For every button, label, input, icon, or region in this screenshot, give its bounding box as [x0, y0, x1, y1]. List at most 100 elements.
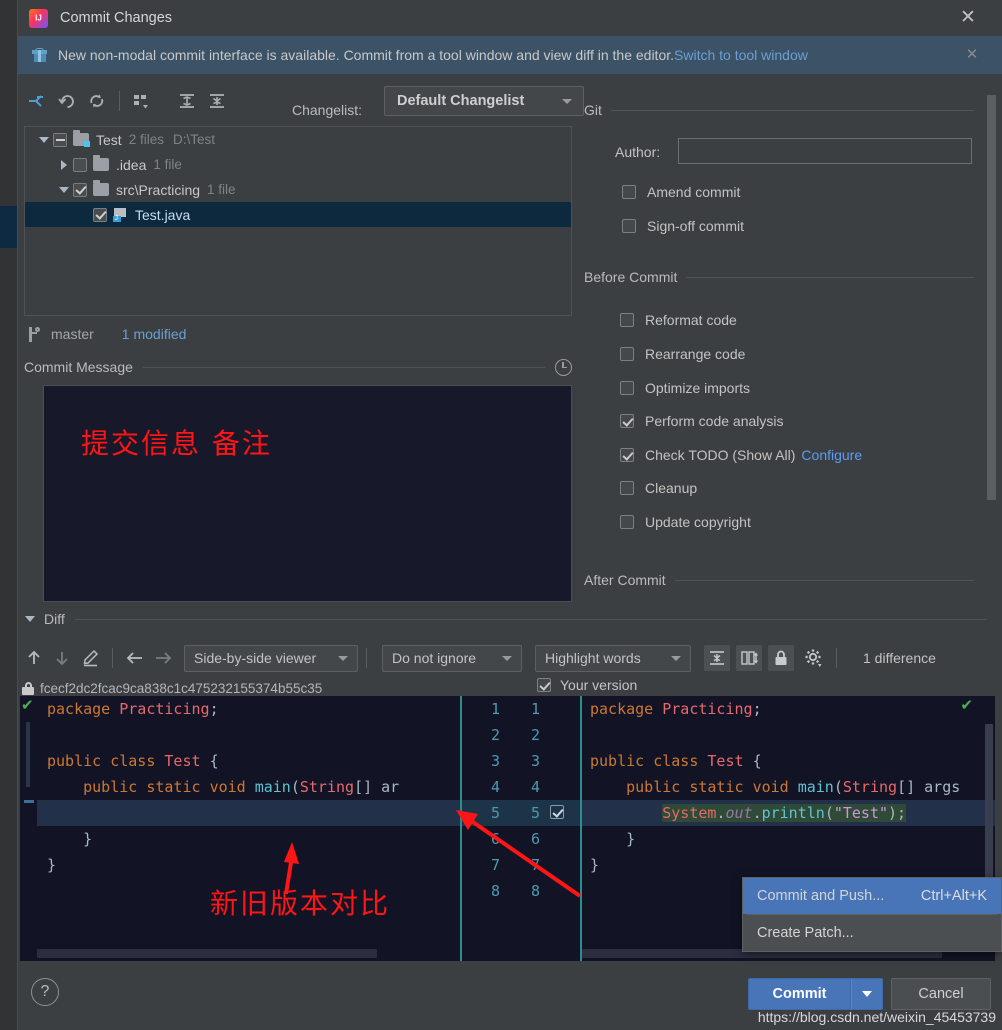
rearrange-code-checkbox[interactable] [620, 347, 634, 361]
left-line-number: 8 [490, 882, 500, 900]
group-by-icon[interactable] [127, 86, 157, 116]
cleanup-option[interactable]: Cleanup [620, 480, 697, 496]
chevron-down-icon [562, 99, 572, 104]
reformat-code-checkbox[interactable] [620, 313, 634, 327]
watermark-text: https://blog.csdn.net/weixin_45453739 [757, 1009, 996, 1025]
expander-icon[interactable] [55, 152, 73, 177]
author-field[interactable] [678, 138, 972, 164]
tree-row-src-practicing[interactable]: src\Practicing 1 file [25, 177, 571, 202]
rearrange-code-option[interactable]: Rearrange code [620, 346, 745, 362]
left-horizontal-scrollbar[interactable] [37, 949, 377, 958]
chevron-down-icon[interactable] [25, 616, 35, 622]
changelist-dropdown[interactable]: Default Changelist [384, 86, 584, 116]
amend-commit-option[interactable]: Amend commit [622, 184, 740, 200]
chevron-down-icon [862, 991, 872, 997]
row-checkbox[interactable] [53, 132, 67, 147]
modified-count[interactable]: 1 modified [122, 326, 187, 342]
banner-close-icon[interactable]: ✕ [964, 47, 980, 63]
arrow-up-icon[interactable] [20, 644, 48, 672]
branch-icon [28, 326, 41, 342]
arrow-left-icon[interactable] [121, 644, 149, 672]
whitespace-mode-dropdown[interactable]: Do not ignore [382, 644, 522, 672]
options-scrollbar[interactable] [987, 92, 996, 604]
tree-row-idea[interactable]: .idea 1 file [25, 152, 571, 177]
left-line-number: 3 [490, 752, 500, 770]
revert-icon[interactable] [52, 86, 82, 116]
tree-row-test-java[interactable]: Test.java [25, 202, 571, 227]
changelist-toolbar: Changelist: [22, 84, 362, 118]
java-file-icon [113, 207, 128, 222]
refresh-icon[interactable] [82, 86, 112, 116]
right-line-number: 1 [530, 700, 540, 718]
clock-icon[interactable] [555, 358, 572, 376]
tree-row-name: src\Practicing [116, 181, 201, 198]
commit-changes-dialog: Commit Changes ✕ New non-modal commit in… [0, 0, 1002, 1030]
tree-row-name: Test.java [135, 206, 191, 223]
row-checkbox[interactable] [93, 207, 107, 222]
changed-files-tree[interactable]: Test 2 files D:\Test .idea 1 file src\Pr… [24, 126, 572, 316]
close-icon[interactable]: ✕ [958, 8, 978, 28]
right-line-number: 6 [530, 830, 540, 848]
optimize-imports-checkbox[interactable] [620, 381, 634, 395]
sign-off-commit-option[interactable]: Sign-off commit [622, 218, 744, 234]
commit-dropdown-button[interactable] [851, 978, 883, 1010]
perform-code-analysis-checkbox[interactable] [620, 414, 634, 428]
gutter-row: 77 [462, 852, 580, 878]
sync-scroll-icon[interactable] [736, 645, 762, 671]
before-commit-title: Before Commit [584, 269, 678, 285]
expander-icon[interactable] [35, 127, 53, 152]
tree-row-meta: 2 files [128, 132, 164, 147]
sign-off-commit-checkbox[interactable] [622, 219, 636, 233]
left-change-gutter[interactable]: ✔ [20, 696, 37, 961]
commit-button[interactable]: Commit [748, 978, 851, 1010]
right-line-number: 2 [530, 726, 540, 744]
gutter-row: 44 [462, 774, 580, 800]
git-section-header: Git [584, 102, 974, 118]
help-button[interactable]: ? [31, 978, 59, 1006]
update-copyright-checkbox[interactable] [620, 515, 634, 529]
your-version-checkbox[interactable] [537, 678, 551, 692]
difference-count: 1 difference [863, 650, 936, 666]
gear-icon[interactable] [800, 644, 828, 672]
window-left-edge [0, 0, 18, 1030]
cancel-button[interactable]: Cancel [891, 978, 991, 1010]
reformat-code-option[interactable]: Reformat code [620, 312, 737, 328]
commit-message-input[interactable]: 提交信息 备注 [43, 385, 572, 602]
row-checkbox[interactable] [73, 182, 87, 197]
viewer-mode-dropdown[interactable]: Side-by-side viewer [184, 644, 358, 672]
menu-item-commit-and-push[interactable]: Commit and Push... Ctrl+Alt+K [743, 878, 1001, 914]
move-to-another-changelist-icon[interactable] [22, 86, 52, 116]
perform-code-analysis-option[interactable]: Perform code analysis [620, 413, 784, 429]
tree-row-name: .idea [116, 156, 147, 173]
section-divider [142, 366, 545, 368]
folder-modified-icon [73, 130, 90, 147]
amend-commit-checkbox[interactable] [622, 185, 636, 199]
arrow-down-icon[interactable] [48, 644, 76, 672]
row-checkbox[interactable] [73, 157, 87, 172]
expander-icon[interactable] [55, 177, 73, 202]
pencil-icon[interactable] [76, 644, 104, 672]
highlight-mode-dropdown[interactable]: Highlight words [535, 644, 691, 672]
branch-status-bar: master 1 modified [24, 322, 186, 346]
update-copyright-option[interactable]: Update copyright [620, 514, 751, 530]
arrow-right-icon[interactable] [149, 644, 177, 672]
collapse-all-icon[interactable] [202, 86, 232, 116]
configure-todo-link[interactable]: Configure [801, 447, 862, 463]
commit-dropdown-menu[interactable]: Commit and Push... Ctrl+Alt+K Create Pat… [742, 877, 1002, 952]
expand-all-icon[interactable] [172, 86, 202, 116]
accept-change-checkbox[interactable] [550, 805, 564, 819]
after-commit-title: After Commit [584, 572, 666, 588]
code-line-inserted: System.out.println("Test"); [582, 800, 995, 826]
scrollbar-thumb[interactable] [987, 95, 996, 500]
tree-row-test[interactable]: Test 2 files D:\Test [25, 127, 571, 152]
check-todo-option[interactable]: Check TODO (Show All) Configure [620, 447, 862, 463]
cleanup-checkbox[interactable] [620, 481, 634, 495]
notification-text: New non-modal commit interface is availa… [58, 47, 675, 63]
switch-to-tool-window-link[interactable]: Switch to tool window [674, 47, 808, 63]
menu-item-create-patch[interactable]: Create Patch... [743, 915, 1001, 951]
lock-icon[interactable] [768, 645, 794, 671]
optimize-imports-option[interactable]: Optimize imports [620, 380, 750, 396]
check-todo-checkbox[interactable] [620, 448, 634, 462]
collapse-unchanged-icon[interactable] [704, 645, 730, 671]
